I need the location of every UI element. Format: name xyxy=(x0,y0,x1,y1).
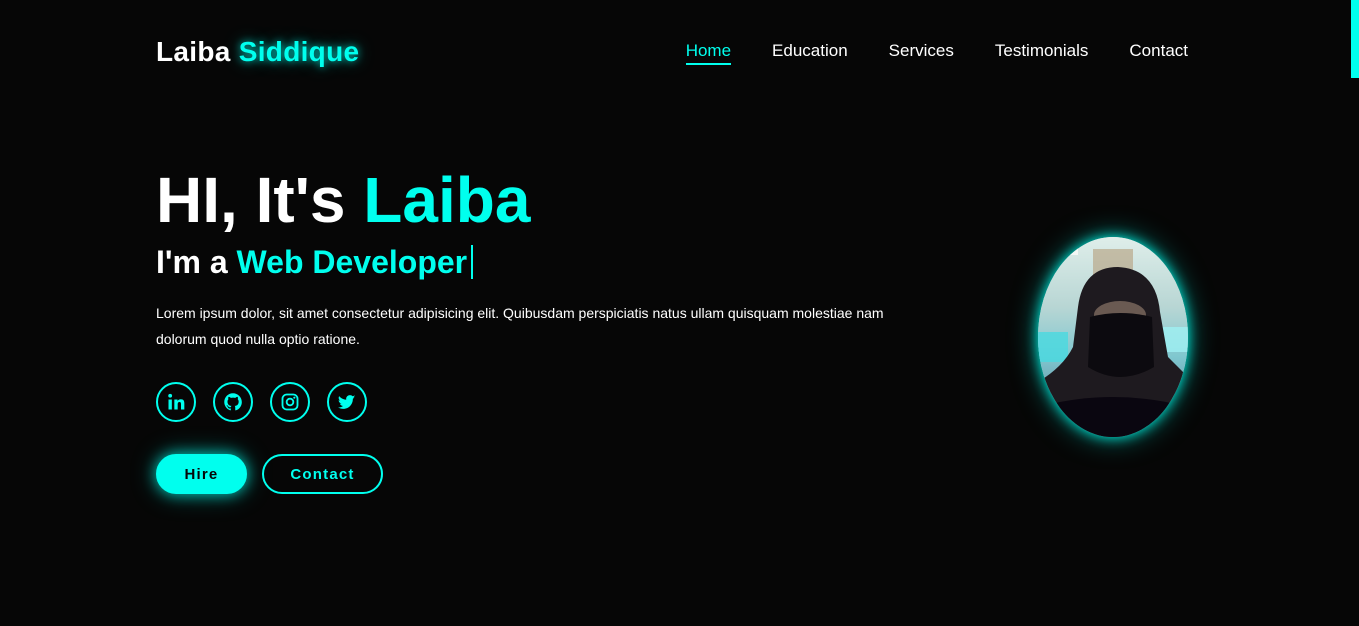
github-icon xyxy=(224,393,242,411)
nav-link-education[interactable]: Education xyxy=(772,41,848,65)
linkedin-link[interactable] xyxy=(156,382,196,422)
instagram-link[interactable] xyxy=(270,382,310,422)
scrollbar-thumb[interactable] xyxy=(1351,0,1359,78)
twitter-icon xyxy=(338,395,356,409)
github-link[interactable] xyxy=(213,382,253,422)
hero-name: Laiba xyxy=(363,164,531,236)
logo-last-name: Siddique xyxy=(238,36,360,67)
profile-photo-image xyxy=(1038,237,1188,437)
hero-title: HI, It's Laiba xyxy=(156,162,530,238)
hero-description: Lorem ipsum dolor, sit amet consectetur … xyxy=(156,305,884,347)
typing-cursor xyxy=(471,245,474,279)
linkedin-icon xyxy=(168,393,185,410)
hero-role: Web Developer xyxy=(236,244,468,280)
nav-link-home[interactable]: Home xyxy=(685,41,732,65)
social-links xyxy=(156,382,367,422)
main-nav: Home Education Services Testimonials Con… xyxy=(685,41,1188,65)
hero-role-prefix: I'm a xyxy=(156,244,228,280)
profile-photo xyxy=(1038,237,1188,437)
twitter-link[interactable] xyxy=(327,382,367,422)
nav-link-contact[interactable]: Contact xyxy=(1129,41,1188,65)
nav-link-testimonials[interactable]: Testimonials xyxy=(995,41,1089,65)
logo-first-name: Laiba xyxy=(156,36,231,67)
page: Laiba Siddique Home Education Services T… xyxy=(0,0,1359,626)
instagram-icon xyxy=(281,393,299,411)
contact-button[interactable]: Contact xyxy=(262,454,383,494)
hero-subtitle: I'm a Web Developer xyxy=(156,240,474,284)
logo[interactable]: Laiba Siddique xyxy=(156,36,359,68)
nav-link-services[interactable]: Services xyxy=(889,41,954,65)
hero-greeting: HI, It's xyxy=(156,164,346,236)
hire-button[interactable]: Hire xyxy=(156,454,247,494)
hero-buttons: Hire Contact xyxy=(156,454,383,494)
